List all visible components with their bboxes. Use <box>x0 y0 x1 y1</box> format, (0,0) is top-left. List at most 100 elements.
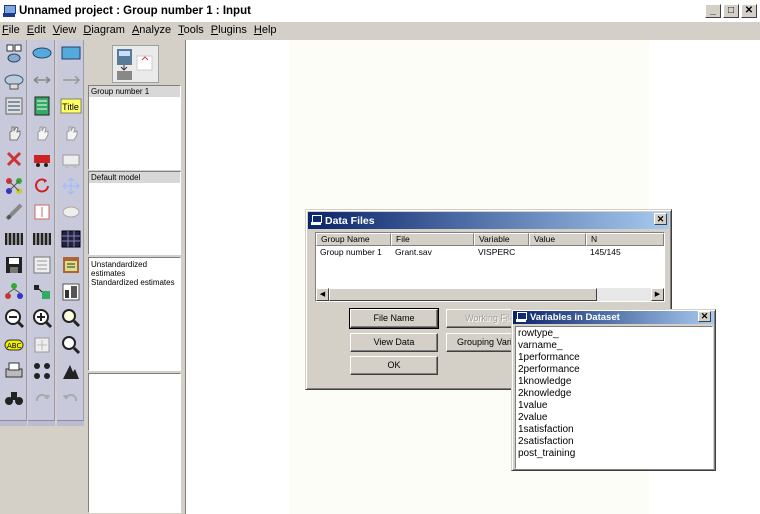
view-data-button[interactable]: View Data <box>350 333 438 352</box>
data-files-close-button[interactable]: ✕ <box>654 213 667 225</box>
draw-indicator-variable-icon[interactable] <box>0 93 27 120</box>
list-variables-icon[interactable] <box>28 93 55 120</box>
table-row[interactable]: Group number 1 Grant.sav VISPERC 145/145 <box>316 246 664 259</box>
copy-icon[interactable] <box>57 146 84 173</box>
scroll-right-icon[interactable]: ▶ <box>651 288 664 301</box>
menu-file[interactable]: File <box>2 24 24 36</box>
scroll-left-icon[interactable]: ◀ <box>316 288 329 301</box>
file-name-button[interactable]: File Name <box>349 308 439 329</box>
erase-icon[interactable] <box>0 146 27 173</box>
cell-value <box>529 246 586 259</box>
text-output-icon[interactable] <box>28 252 55 279</box>
zoom-page-icon[interactable]: ABC <box>0 332 27 359</box>
cell-group: Group number 1 <box>320 247 382 257</box>
data-files-icon[interactable] <box>0 226 27 253</box>
menu-view[interactable]: View <box>53 24 81 36</box>
view-text-icon[interactable] <box>57 252 84 279</box>
data-files-table[interactable]: Group Name File Variable Value N Group n… <box>315 232 665 302</box>
preserve-symmetries-icon[interactable] <box>0 173 27 200</box>
title-bar: Unnamed project : Group number 1 : Input… <box>0 0 760 22</box>
col-n[interactable]: N <box>586 233 664 246</box>
zoom-out-icon[interactable] <box>0 305 27 332</box>
draw-rectangle-icon[interactable] <box>57 40 84 67</box>
binoculars-icon[interactable] <box>0 385 27 412</box>
window-title: Unnamed project : Group number 1 : Input <box>19 5 251 17</box>
menu-analyze[interactable]: Analyze <box>132 24 175 36</box>
svg-text:ABC: ABC <box>7 342 21 350</box>
scroll-thumb[interactable] <box>329 288 597 301</box>
data-files-title: Data Files <box>325 214 375 227</box>
draw-path-icon[interactable] <box>57 67 84 94</box>
move-icon[interactable] <box>28 146 55 173</box>
groups-panel-selected[interactable]: Group number 1 <box>89 86 180 97</box>
variable-item[interactable]: 2value <box>518 412 710 424</box>
diagram-thumbnail[interactable] <box>112 45 159 83</box>
scroll-icon[interactable] <box>57 199 84 226</box>
magnify-icon[interactable] <box>57 332 84 359</box>
redo-icon[interactable] <box>28 385 55 412</box>
analysis-properties-icon[interactable] <box>28 226 55 253</box>
menu-tools[interactable]: Tools <box>178 24 208 36</box>
groups-panel[interactable]: Group number 1 <box>88 85 181 170</box>
variable-item[interactable]: 1value <box>518 400 710 412</box>
menu-diagram[interactable]: Diagram <box>83 24 129 36</box>
output-standardized[interactable]: Standardized estimates <box>89 278 180 287</box>
select-all-icon[interactable] <box>28 120 55 147</box>
variable-item[interactable]: 2performance <box>518 364 710 376</box>
undo-icon[interactable] <box>57 385 84 412</box>
outputs-panel[interactable]: Unstandardized estimates Standardized es… <box>88 257 181 371</box>
col-value[interactable]: Value <box>529 233 586 246</box>
variable-item[interactable]: 2knowledge <box>518 388 710 400</box>
resize-icon[interactable] <box>57 173 84 200</box>
variables-close-button[interactable]: ✕ <box>698 311 711 322</box>
degrees-of-freedom-icon[interactable] <box>57 358 84 385</box>
rotate-icon[interactable] <box>28 173 55 200</box>
files-panel[interactable] <box>88 373 181 513</box>
deselect-all-icon[interactable] <box>57 120 84 147</box>
cell-variable: VISPERC <box>478 247 516 257</box>
variable-item[interactable]: rowtype_ <box>518 328 710 340</box>
zoom-in-icon[interactable] <box>28 305 55 332</box>
variable-item[interactable]: 1knowledge <box>518 376 710 388</box>
variables-list[interactable]: rowtype_ varname_ 1performance 2performance… <box>515 326 713 469</box>
menu-edit[interactable]: Edit <box>27 24 50 36</box>
hand-move-icon[interactable] <box>0 120 27 147</box>
calculate-estimates-icon[interactable] <box>57 226 84 253</box>
model-panels: Group number 1 Default model Unstandardi… <box>86 40 183 514</box>
draw-unobserved-variable-icon[interactable] <box>28 40 55 67</box>
copy-to-clipboard-icon[interactable] <box>57 279 84 306</box>
maximize-button[interactable]: □ <box>723 4 739 18</box>
col-group-name[interactable]: Group Name <box>316 233 391 246</box>
draw-observed-variables-icon[interactable] <box>0 40 27 67</box>
save-icon[interactable] <box>0 252 27 279</box>
minimize-button[interactable]: _ <box>705 4 721 18</box>
draw-latent-variable-icon[interactable] <box>0 67 27 94</box>
title-icon[interactable]: Title <box>57 93 84 120</box>
menu-help[interactable]: Help <box>254 24 281 36</box>
menu-bar: File Edit View Diagram Analyze Tools Plu… <box>0 22 760 38</box>
zoom-icon[interactable] <box>57 305 84 332</box>
ok-button[interactable]: OK <box>350 356 438 375</box>
object-properties-icon[interactable] <box>0 279 27 306</box>
draw-covariance-icon[interactable] <box>28 67 55 94</box>
drag-properties-icon[interactable] <box>28 279 55 306</box>
close-button[interactable]: ✕ <box>741 4 757 18</box>
col-variable[interactable]: Variable <box>474 233 529 246</box>
zoom-area-icon[interactable] <box>28 332 55 359</box>
variable-item[interactable]: varname_ <box>518 340 710 352</box>
models-panel[interactable]: Default model <box>88 171 181 255</box>
variable-item[interactable]: 2satisfaction <box>518 436 710 448</box>
amos-small-icon <box>516 312 527 323</box>
variable-item[interactable]: 1satisfaction <box>518 424 710 436</box>
col-file[interactable]: File <box>391 233 474 246</box>
variable-item[interactable]: 1performance <box>518 352 710 364</box>
menu-plugins[interactable]: Plugins <box>211 24 251 36</box>
models-panel-selected[interactable]: Default model <box>89 172 180 183</box>
touch-up-icon[interactable] <box>28 199 55 226</box>
specification-search-icon[interactable] <box>28 358 55 385</box>
horizontal-scrollbar[interactable]: ◀ ▶ <box>316 288 664 301</box>
variable-item[interactable]: post_training <box>518 448 710 460</box>
output-unstandardized[interactable]: Unstandardized estimates <box>89 260 180 278</box>
fit-to-page-icon[interactable] <box>0 199 27 226</box>
print-icon[interactable] <box>0 358 27 385</box>
